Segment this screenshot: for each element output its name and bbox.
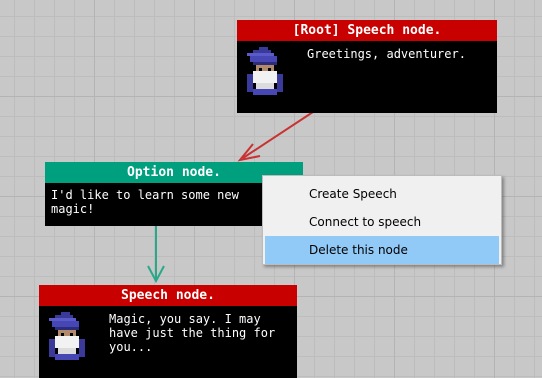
link-root-to-option <box>237 111 314 162</box>
menu-item-create-speech[interactable]: Create Speech <box>265 180 499 208</box>
speech-node[interactable]: Speech node. Magic, you say. I may have … <box>39 285 297 378</box>
root-speech-node[interactable]: [Root] Speech node. Greetings, adventure… <box>237 20 497 113</box>
wizard-portrait-icon <box>247 47 283 95</box>
menu-item-connect-to-speech[interactable]: Connect to speech <box>265 208 499 236</box>
speech-text: Greetings, adventurer. <box>307 47 466 61</box>
wizard-portrait-icon <box>49 312 85 360</box>
node-title: Speech node. <box>39 285 297 306</box>
menu-item-delete-node[interactable]: Delete this node <box>265 236 499 264</box>
node-editor-canvas[interactable]: [Root] Speech node. Greetings, adventure… <box>0 0 542 378</box>
node-title: [Root] Speech node. <box>237 20 497 41</box>
node-body: Magic, you say. I may have just the thin… <box>39 306 297 378</box>
link-option-to-speech <box>147 226 165 284</box>
node-context-menu: Create Speech Connect to speech Delete t… <box>262 175 502 265</box>
node-body: Greetings, adventurer. <box>237 41 497 113</box>
speech-text: Magic, you say. I may have just the thin… <box>109 312 276 354</box>
